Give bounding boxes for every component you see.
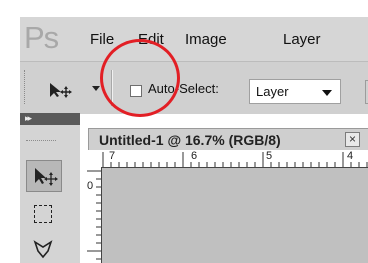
- tools-panel: ▸▸: [20, 113, 80, 263]
- move-tool-icon: [35, 168, 58, 186]
- ruler-label: 6: [191, 150, 198, 162]
- menu-bar: Ps File Edit Image Layer: [20, 17, 368, 61]
- ruler-label: 0: [87, 180, 94, 192]
- close-icon[interactable]: ×: [345, 132, 360, 147]
- tools-panel-header[interactable]: ▸▸: [20, 113, 80, 125]
- options-bar: Auto-Select: Layer: [20, 61, 368, 114]
- document-tab[interactable]: Untitled-1 @ 16.7% (RGB/8) ×: [88, 128, 368, 151]
- collapse-panel-icon[interactable]: ▸▸: [25, 113, 32, 124]
- ruler-ticks: [102, 152, 368, 167]
- auto-select-target-dropdown[interactable]: Layer: [249, 79, 341, 104]
- photoshop-logo: Ps: [24, 20, 59, 55]
- tool-move[interactable]: [26, 160, 62, 192]
- options-bar-grip[interactable]: [24, 70, 27, 104]
- ruler-label: 4: [347, 150, 354, 162]
- lasso-tool-icon[interactable]: [32, 238, 54, 260]
- menu-file[interactable]: File: [90, 31, 114, 48]
- auto-select-target-value: Layer: [256, 84, 289, 99]
- vertical-ruler[interactable]: 0: [85, 167, 102, 263]
- move-tool-icon[interactable]: [48, 82, 72, 98]
- document-canvas[interactable]: [102, 168, 368, 263]
- horizontal-ruler[interactable]: 7 6 5 4: [101, 150, 368, 168]
- document-title: Untitled-1 @ 16.7% (RGB/8): [99, 132, 281, 148]
- chevron-down-icon: [322, 90, 332, 96]
- tool-preset-dropdown-icon[interactable]: [92, 86, 100, 91]
- ruler-origin[interactable]: [85, 150, 102, 168]
- ruler-label: 5: [266, 150, 273, 162]
- ruler-label: 7: [109, 150, 116, 162]
- rectangular-marquee-tool-icon[interactable]: [34, 205, 52, 223]
- tools-panel-grip[interactable]: [26, 140, 56, 141]
- menu-layer[interactable]: Layer: [283, 31, 321, 48]
- highlight-circle: [100, 39, 180, 117]
- menu-image[interactable]: Image: [185, 31, 227, 48]
